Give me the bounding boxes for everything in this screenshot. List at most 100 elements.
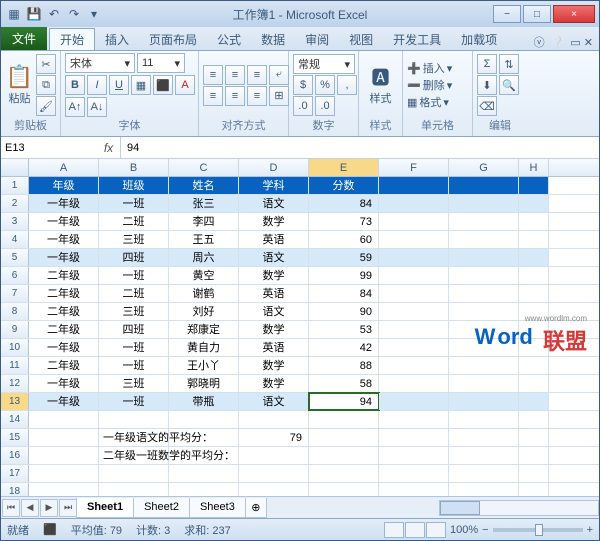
cell[interactable]: 三班 bbox=[99, 303, 169, 320]
cell[interactable]: 一班 bbox=[99, 357, 169, 374]
cell[interactable]: 42 bbox=[309, 339, 379, 356]
tab-home[interactable]: 开始 bbox=[49, 28, 95, 50]
cell[interactable]: 英语 bbox=[239, 285, 309, 302]
cell[interactable] bbox=[379, 267, 449, 284]
tab-view[interactable]: 视图 bbox=[339, 28, 383, 50]
grow-font-button[interactable]: A↑ bbox=[65, 97, 85, 117]
cell[interactable] bbox=[239, 465, 309, 482]
row-header[interactable]: 18 bbox=[1, 483, 29, 496]
close-button[interactable]: × bbox=[553, 5, 595, 23]
cell[interactable] bbox=[379, 429, 449, 446]
cell[interactable] bbox=[379, 213, 449, 230]
cell[interactable]: 88 bbox=[309, 357, 379, 374]
col-header[interactable]: H bbox=[519, 159, 549, 176]
tab-formulas[interactable]: 公式 bbox=[207, 28, 251, 50]
cell[interactable] bbox=[379, 483, 449, 496]
merge-button[interactable]: ⊞ bbox=[269, 86, 289, 106]
cell[interactable]: 数学 bbox=[239, 357, 309, 374]
cell[interactable]: 姓名 bbox=[169, 177, 239, 194]
row-header[interactable]: 16 bbox=[1, 447, 29, 464]
fx-button[interactable]: fx bbox=[97, 137, 121, 158]
cell[interactable]: 一年级 bbox=[29, 195, 99, 212]
wrap-text-button[interactable]: ⤶ bbox=[269, 65, 289, 85]
styles-button[interactable]: 🅰 样式 bbox=[363, 55, 398, 115]
currency-button[interactable]: $ bbox=[293, 75, 313, 95]
row-header[interactable]: 7 bbox=[1, 285, 29, 302]
paste-button[interactable]: 📋 粘贴 bbox=[5, 55, 34, 115]
cell[interactable]: 三班 bbox=[99, 375, 169, 392]
row-header[interactable]: 13 bbox=[1, 393, 29, 410]
cell[interactable] bbox=[519, 447, 549, 464]
cut-icon[interactable]: ✂ bbox=[36, 54, 56, 74]
cell[interactable] bbox=[379, 375, 449, 392]
delete-cells-button[interactable]: ➖删除▾ bbox=[407, 77, 452, 93]
file-tab[interactable]: 文件 bbox=[1, 27, 47, 50]
tab-layout[interactable]: 页面布局 bbox=[139, 28, 207, 50]
cell[interactable] bbox=[29, 429, 99, 446]
cell[interactable] bbox=[519, 411, 549, 428]
cell[interactable]: 语文 bbox=[239, 393, 309, 410]
cell[interactable] bbox=[449, 321, 519, 338]
cell[interactable] bbox=[379, 447, 449, 464]
cell[interactable] bbox=[239, 447, 309, 464]
cell[interactable]: 语文 bbox=[239, 303, 309, 320]
cell[interactable]: 班级 bbox=[99, 177, 169, 194]
cell[interactable] bbox=[449, 177, 519, 194]
cell[interactable]: 分数 bbox=[309, 177, 379, 194]
cell[interactable]: 二年级 bbox=[29, 285, 99, 302]
cell[interactable] bbox=[379, 177, 449, 194]
col-header[interactable]: A bbox=[29, 159, 99, 176]
underline-button[interactable]: U bbox=[109, 75, 129, 95]
cell[interactable]: 李四 bbox=[169, 213, 239, 230]
tab-insert[interactable]: 插入 bbox=[95, 28, 139, 50]
cell[interactable] bbox=[379, 357, 449, 374]
macro-record-icon[interactable]: ⬛ bbox=[43, 523, 57, 536]
cell[interactable]: 一班 bbox=[99, 393, 169, 410]
cell[interactable] bbox=[99, 411, 169, 428]
cell[interactable] bbox=[309, 411, 379, 428]
cell[interactable] bbox=[169, 411, 239, 428]
cell[interactable]: 99 bbox=[309, 267, 379, 284]
cell[interactable]: 58 bbox=[309, 375, 379, 392]
cell[interactable] bbox=[519, 375, 549, 392]
zoom-slider[interactable] bbox=[493, 528, 583, 532]
row-header[interactable]: 1 bbox=[1, 177, 29, 194]
row-header[interactable]: 9 bbox=[1, 321, 29, 338]
sheet-nav-last-icon[interactable]: ⏭ bbox=[59, 499, 77, 517]
cell[interactable] bbox=[519, 429, 549, 446]
cell[interactable]: 二年级一班数学的平均分： bbox=[99, 447, 169, 464]
format-painter-icon[interactable]: 🖌 bbox=[36, 96, 56, 116]
cell[interactable] bbox=[519, 393, 549, 410]
col-header[interactable]: C bbox=[169, 159, 239, 176]
cell[interactable]: 一年级 bbox=[29, 375, 99, 392]
cell[interactable]: 语文 bbox=[239, 249, 309, 266]
cell[interactable] bbox=[449, 285, 519, 302]
row-header[interactable]: 8 bbox=[1, 303, 29, 320]
row-header[interactable]: 4 bbox=[1, 231, 29, 248]
row-header[interactable]: 17 bbox=[1, 465, 29, 482]
cell[interactable] bbox=[449, 429, 519, 446]
cell[interactable] bbox=[239, 411, 309, 428]
cell[interactable] bbox=[519, 321, 549, 338]
cell[interactable] bbox=[449, 465, 519, 482]
cell[interactable] bbox=[379, 465, 449, 482]
redo-icon[interactable]: ↷ bbox=[65, 5, 83, 23]
cell[interactable]: 王五 bbox=[169, 231, 239, 248]
font-size-dropdown[interactable]: 11▾ bbox=[137, 53, 185, 73]
comma-button[interactable]: , bbox=[337, 75, 357, 95]
cell[interactable]: 一年级 bbox=[29, 339, 99, 356]
cell[interactable]: 二年级 bbox=[29, 321, 99, 338]
cell[interactable]: 带瓶 bbox=[169, 393, 239, 410]
ribbon-window-close-icon[interactable]: ▭ ✕ bbox=[570, 36, 593, 49]
undo-icon[interactable]: ↶ bbox=[45, 5, 63, 23]
cell[interactable] bbox=[379, 285, 449, 302]
cell[interactable]: 语文 bbox=[239, 195, 309, 212]
cell[interactable] bbox=[169, 429, 239, 446]
col-header[interactable]: B bbox=[99, 159, 169, 176]
view-normal-button[interactable] bbox=[384, 522, 404, 538]
cell[interactable]: 黄自力 bbox=[169, 339, 239, 356]
fill-color-button[interactable]: ⬛ bbox=[153, 75, 173, 95]
fill-button[interactable]: ⬇ bbox=[477, 75, 497, 95]
cell[interactable] bbox=[379, 321, 449, 338]
cell[interactable] bbox=[29, 447, 99, 464]
